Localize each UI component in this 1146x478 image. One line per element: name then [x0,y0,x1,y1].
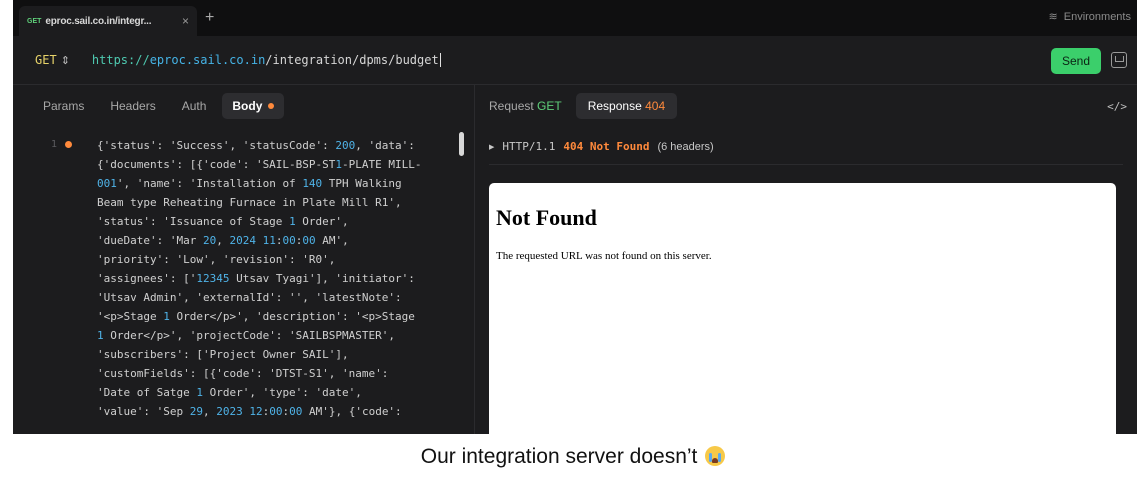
response-preview: Not Found The requested URL was not foun… [489,183,1116,434]
divider [13,84,1137,85]
tab-body[interactable]: Body [222,93,285,119]
crying-face-icon [705,446,726,466]
line-number: 1 [51,139,58,150]
new-tab-button[interactable]: + [205,10,214,26]
url-scheme: https:// [91,52,150,67]
http-protocol: HTTP/1.1 [502,140,556,153]
tab-headers[interactable]: Headers [110,99,155,113]
tab-auth[interactable]: Auth [182,99,207,113]
url-host: eproc.sail.co.in [149,52,266,67]
preview-heading: Not Found [496,205,597,230]
environments-label: Environments [1063,10,1131,23]
preview-message: The requested URL was not found on this … [496,250,712,262]
tab-body-label: Body [232,99,263,113]
chevron-updown-icon[interactable]: ⇕ [61,54,70,67]
tab-response-code: 404 [645,99,666,113]
environments-selector[interactable]: ≋ Environments [1048,10,1131,24]
caption-text: Our integration server doesn’t [420,445,698,468]
send-button[interactable]: Send [1051,48,1101,74]
url-path: /integration/dpms/budget [265,52,439,67]
response-status-line[interactable]: ▶ HTTP/1.1 404 Not Found (6 headers) [489,140,714,153]
save-icon[interactable] [1111,52,1127,68]
layers-icon: ≋ [1048,11,1058,23]
tab-response-label: Response [587,99,642,113]
tab-strip: GET eproc.sail.co.in/integr... × + ≋ Env… [13,0,1137,36]
tab-request-method: GET [537,99,562,113]
body-code[interactable]: {'status': 'Success', 'statusCode': 200,… [97,136,422,421]
editor-scrollbar[interactable] [459,132,464,156]
response-tabs: Request GET Response 404 [475,92,1137,120]
caption: Our integration server doesn’t [0,445,1146,469]
request-tab[interactable]: GET eproc.sail.co.in/integr... × [19,6,197,36]
line-marker-icon [65,141,72,148]
panel-divider[interactable] [474,85,475,434]
tab-method: GET [27,17,42,25]
tab-request-label: Request [489,99,534,113]
http-status: 404 Not Found [563,140,650,153]
headers-count: (6 headers) [657,140,714,153]
modified-dot-icon [268,103,275,109]
request-tabs: Params Headers Auth Body [13,92,474,120]
divider [489,164,1123,165]
tab-response[interactable]: Response 404 [575,93,678,119]
tab-title: eproc.sail.co.in/integr... [45,15,152,27]
tab-params[interactable]: Params [43,99,84,113]
tab-request[interactable]: Request GET [489,99,562,113]
url-input[interactable]: https://eproc.sail.co.in/integration/dpm… [92,53,441,68]
api-client-window: GET eproc.sail.co.in/integr... × + ≋ Env… [13,0,1137,434]
url-bar: GET ⇕ https://eproc.sail.co.in/integrati… [21,44,1129,76]
close-tab-icon[interactable]: × [182,14,189,28]
method-select[interactable]: GET [35,53,57,67]
text-caret [439,53,441,68]
body-editor[interactable]: 1 {'status': 'Success', 'statusCode': 20… [13,132,474,434]
expand-triangle-icon: ▶ [489,143,495,151]
